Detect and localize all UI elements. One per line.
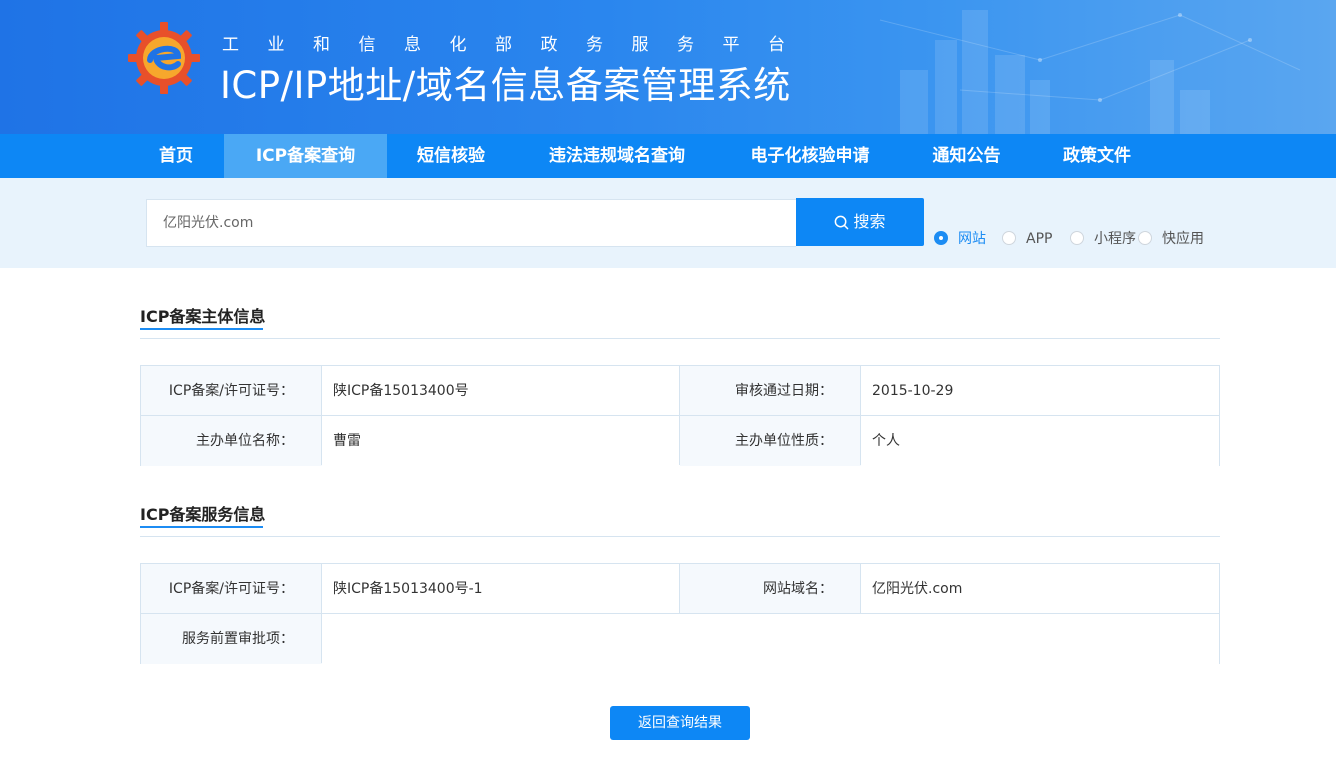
column-divider <box>860 366 861 465</box>
label-website-domain: 网站域名： <box>680 564 861 614</box>
radio-mini-program[interactable]: 小程序 <box>1070 231 1140 247</box>
section-underline <box>140 328 263 330</box>
row-divider <box>141 415 1219 416</box>
section-title-subject-info: ICP备案主体信息 <box>140 307 266 326</box>
label-icp-license: ICP备案/许可证号： <box>141 366 322 416</box>
radio-label: APP <box>1026 231 1053 247</box>
radio-app[interactable]: APP <box>1002 231 1062 247</box>
platform-subtitle: 工业和信息化部政务服务平台 <box>222 35 814 55</box>
search-input[interactable]: 亿阳光伏.com <box>146 199 796 247</box>
nav-item-icp-query[interactable]: ICP备案查询 <box>224 134 387 178</box>
nav-item-e-verify-apply[interactable]: 电子化核验申请 <box>719 134 901 178</box>
column-divider <box>321 366 322 465</box>
service-info-table: ICP备案/许可证号： 陕ICP备15013400号-1 网站域名： 亿阳光伏.… <box>140 563 1220 664</box>
search-button[interactable]: 搜索 <box>796 198 924 246</box>
section-divider <box>140 338 1220 339</box>
miit-gear-logo-icon <box>128 22 200 94</box>
section-title-service-info: ICP备案服务信息 <box>140 505 266 524</box>
radio-label: 小程序 <box>1094 231 1136 247</box>
nav-item-policy-docs[interactable]: 政策文件 <box>1032 134 1162 178</box>
radio-unchecked-icon <box>1002 231 1016 245</box>
search-band: 亿阳光伏.com 搜索 网站 APP 小程序 快应用 <box>0 178 1336 268</box>
main-nav: 首页 ICP备案查询 短信核验 违法违规域名查询 电子化核验申请 通知公告 政策… <box>0 134 1336 178</box>
radio-label: 网站 <box>958 231 986 247</box>
value-website-domain: 亿阳光伏.com <box>861 564 1219 614</box>
header-banner: 工业和信息化部政务服务平台 ICP/IP地址/域名信息备案管理系统 <box>0 0 1336 134</box>
search-icon <box>835 215 849 230</box>
row-divider <box>141 613 1219 614</box>
radio-unchecked-icon <box>1070 231 1084 245</box>
label-sponsor-type: 主办单位性质： <box>680 416 861 466</box>
value-pre-approval-items <box>322 614 1219 664</box>
subject-info-table: ICP备案/许可证号： 陕ICP备15013400号 审核通过日期： 2015-… <box>140 365 1220 466</box>
radio-quick-app[interactable]: 快应用 <box>1138 231 1208 247</box>
label-pre-approval-items: 服务前置审批项： <box>141 614 322 664</box>
nav-item-home[interactable]: 首页 <box>126 134 226 178</box>
column-divider <box>679 564 680 613</box>
radio-unchecked-icon <box>1138 231 1152 245</box>
section-divider <box>140 536 1220 537</box>
value-approval-date: 2015-10-29 <box>861 366 1219 416</box>
column-divider <box>860 564 861 613</box>
column-divider <box>321 564 322 663</box>
section-underline <box>140 526 263 528</box>
back-to-results-button[interactable]: 返回查询结果 <box>610 706 750 740</box>
value-icp-license: 陕ICP备15013400号 <box>322 366 680 416</box>
label-icp-license: ICP备案/许可证号： <box>141 564 322 614</box>
nav-item-sms-verify[interactable]: 短信核验 <box>387 134 515 178</box>
value-sponsor-name: 曹雷 <box>322 416 680 466</box>
label-approval-date: 审核通过日期： <box>680 366 861 416</box>
nav-item-illegal-domain-query[interactable]: 违法违规域名查询 <box>515 134 719 178</box>
radio-checked-icon <box>934 231 948 245</box>
value-icp-license: 陕ICP备15013400号-1 <box>322 564 680 614</box>
radio-label: 快应用 <box>1162 231 1204 247</box>
system-title: ICP/IP地址/域名信息备案管理系统 <box>220 64 791 107</box>
label-sponsor-name: 主办单位名称： <box>141 416 322 466</box>
search-button-label: 搜索 <box>853 212 886 231</box>
column-divider <box>679 366 680 465</box>
radio-website[interactable]: 网站 <box>934 231 994 247</box>
value-sponsor-type: 个人 <box>861 416 1219 466</box>
nav-item-announcements[interactable]: 通知公告 <box>901 134 1032 178</box>
